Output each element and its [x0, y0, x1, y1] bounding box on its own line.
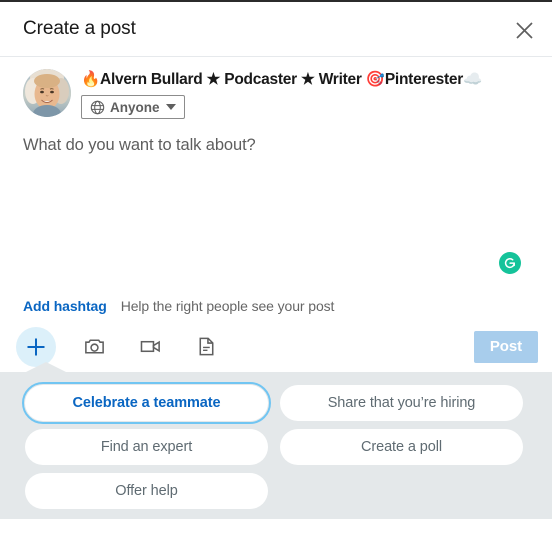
plus-icon [27, 338, 45, 355]
author-meta: 🔥Alvern Bullard ★ Podcaster ★ Writer 🎯Pi… [81, 69, 482, 120]
author-name: 🔥Alvern Bullard ★ Podcaster ★ Writer 🎯Pi… [81, 71, 483, 88]
add-photo-button[interactable] [74, 327, 114, 367]
post-editor-placeholder: What do you want to talk about? [23, 135, 256, 154]
document-icon [199, 337, 213, 356]
suggestion-panel: Celebrate a teammate Share that you’re h… [0, 361, 552, 519]
hashtag-hint: Help the right people see your post [120, 297, 335, 314]
globe-icon [90, 100, 105, 114]
suggestion-pill-create-a-poll[interactable]: Create a poll [280, 428, 523, 465]
suggestion-pill-offer-help[interactable]: Offer help [25, 472, 268, 509]
modal-header: Create a post [0, 2, 552, 57]
camera-icon [84, 339, 104, 354]
video-camera-icon [140, 340, 160, 353]
panel-pointer-triangle [24, 361, 68, 373]
chevron-down-icon [165, 104, 176, 110]
grammarly-assistant-button[interactable] [499, 251, 521, 274]
suggestion-pill-find-an-expert[interactable]: Find an expert [25, 428, 268, 465]
add-content-button[interactable] [16, 326, 56, 367]
add-video-button[interactable] [130, 327, 170, 367]
audience-selector-button[interactable]: Anyone [81, 95, 185, 119]
suggestion-pill-share-that-youre-hiring[interactable]: Share that you’re hiring [280, 384, 523, 421]
avatar[interactable] [23, 69, 71, 117]
create-post-modal: Create a post 🔥Alvern Bullard ★ Podcaste… [0, 0, 552, 557]
close-icon [515, 21, 533, 39]
post-button[interactable]: Post [473, 330, 538, 363]
page-title: Create a post [23, 18, 136, 39]
close-button[interactable] [508, 14, 540, 46]
author-row: 🔥Alvern Bullard ★ Podcaster ★ Writer 🎯Pi… [0, 57, 552, 120]
user-avatar-photo-icon [23, 69, 71, 117]
post-editor-input[interactable]: What do you want to talk about? [0, 134, 552, 284]
add-hashtag-link[interactable]: Add hashtag [23, 298, 107, 314]
add-document-button[interactable] [186, 327, 226, 367]
post-editor-wrap: What do you want to talk about? [0, 134, 552, 284]
suggestion-pill-celebrate-a-teammate[interactable]: Celebrate a teammate [22, 381, 271, 424]
media-toolbar: Post [0, 322, 552, 372]
grammarly-icon [499, 251, 521, 274]
audience-label: Anyone [110, 99, 160, 115]
suggestion-pill-grid: Celebrate a teammate Share that you’re h… [0, 381, 552, 509]
hashtag-row: Add hashtag Help the right people see yo… [0, 284, 552, 322]
